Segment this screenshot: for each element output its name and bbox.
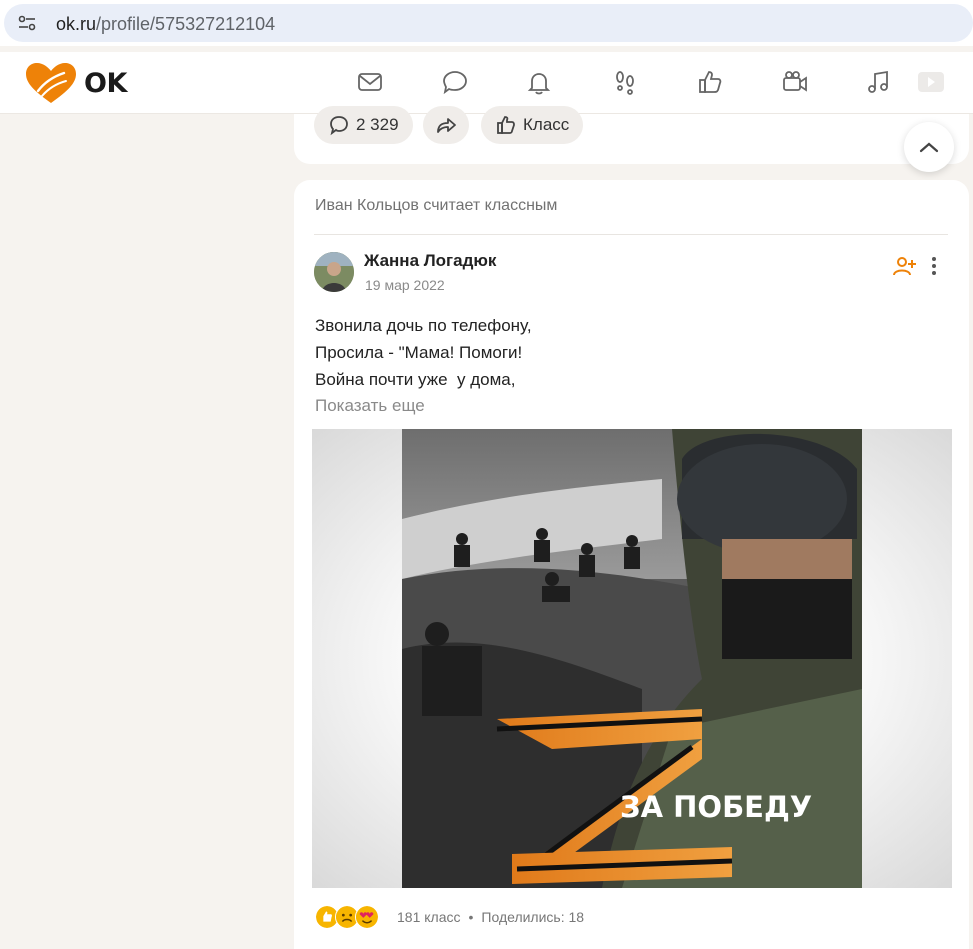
add-friend-icon[interactable] bbox=[892, 254, 916, 278]
comments-button[interactable]: 2 329 bbox=[314, 106, 413, 144]
author-name[interactable]: Жанна Логадюк bbox=[364, 251, 496, 271]
author-avatar[interactable] bbox=[314, 252, 354, 292]
chat-icon[interactable] bbox=[440, 67, 470, 97]
image-caption: ЗА ПОБЕДУ bbox=[620, 790, 812, 824]
love-reaction-icon bbox=[355, 905, 379, 929]
browser-url-bar: ok.ru/profile/575327212104 bbox=[0, 0, 973, 46]
ok-heart-logo-icon bbox=[26, 63, 76, 103]
shares-count[interactable]: Поделились: 18 bbox=[481, 909, 584, 925]
post-image: ЗА ПОБЕДУ bbox=[402, 429, 862, 888]
site-settings-icon[interactable] bbox=[18, 15, 36, 31]
show-more-link[interactable]: Показать еще bbox=[315, 396, 425, 416]
guests-footprints-icon[interactable] bbox=[610, 67, 640, 97]
post-text-line: Война почти уже у дома, bbox=[315, 370, 516, 389]
avatar-image bbox=[314, 252, 354, 292]
url-text[interactable]: ok.ru/profile/575327212104 bbox=[56, 14, 275, 35]
liked-by-text[interactable]: Иван Кольцов считает классным bbox=[315, 197, 557, 215]
divider bbox=[314, 234, 948, 235]
video-camera-icon[interactable] bbox=[780, 67, 810, 97]
post-date[interactable]: 19 мар 2022 bbox=[365, 277, 445, 293]
site-header: OK bbox=[0, 52, 973, 114]
logo-text: OK bbox=[84, 67, 127, 99]
post-stats: 181 класс • Поделились: 18 bbox=[397, 909, 584, 925]
comment-icon bbox=[330, 116, 348, 136]
likes-count[interactable]: 181 класс bbox=[397, 909, 461, 925]
separator-dot: • bbox=[468, 909, 474, 925]
like-label: Класс bbox=[523, 115, 570, 134]
like-thumb-icon[interactable] bbox=[695, 67, 725, 97]
url-host: ok.ru bbox=[56, 14, 97, 34]
play-video-icon[interactable] bbox=[915, 67, 945, 97]
music-note-icon[interactable] bbox=[864, 67, 894, 97]
post-image-container[interactable]: ЗА ПОБЕДУ bbox=[312, 429, 952, 888]
share-button[interactable] bbox=[423, 106, 469, 144]
post-text: Звонила дочь по телефону, Просила - "Мама… bbox=[315, 312, 532, 393]
reactions-icons[interactable] bbox=[315, 905, 379, 929]
chevron-up-icon bbox=[919, 142, 939, 153]
mail-icon[interactable] bbox=[355, 67, 385, 97]
ok-logo[interactable]: OK bbox=[24, 61, 127, 105]
share-arrow-icon bbox=[437, 118, 456, 133]
post-text-line: Звонила дочь по телефону, bbox=[315, 316, 532, 335]
comments-count: 2 329 bbox=[356, 115, 399, 134]
more-options-icon[interactable] bbox=[926, 255, 942, 277]
scroll-to-top-button[interactable] bbox=[904, 122, 954, 172]
address-field[interactable]: ok.ru/profile/575327212104 bbox=[4, 4, 973, 42]
thumb-up-icon bbox=[497, 116, 515, 134]
post-text-line: Просила - "Мама! Помоги! bbox=[315, 343, 523, 362]
bell-icon[interactable] bbox=[524, 67, 554, 97]
like-class-button[interactable]: Класс bbox=[481, 106, 584, 144]
url-path: /profile/575327212104 bbox=[96, 14, 276, 34]
